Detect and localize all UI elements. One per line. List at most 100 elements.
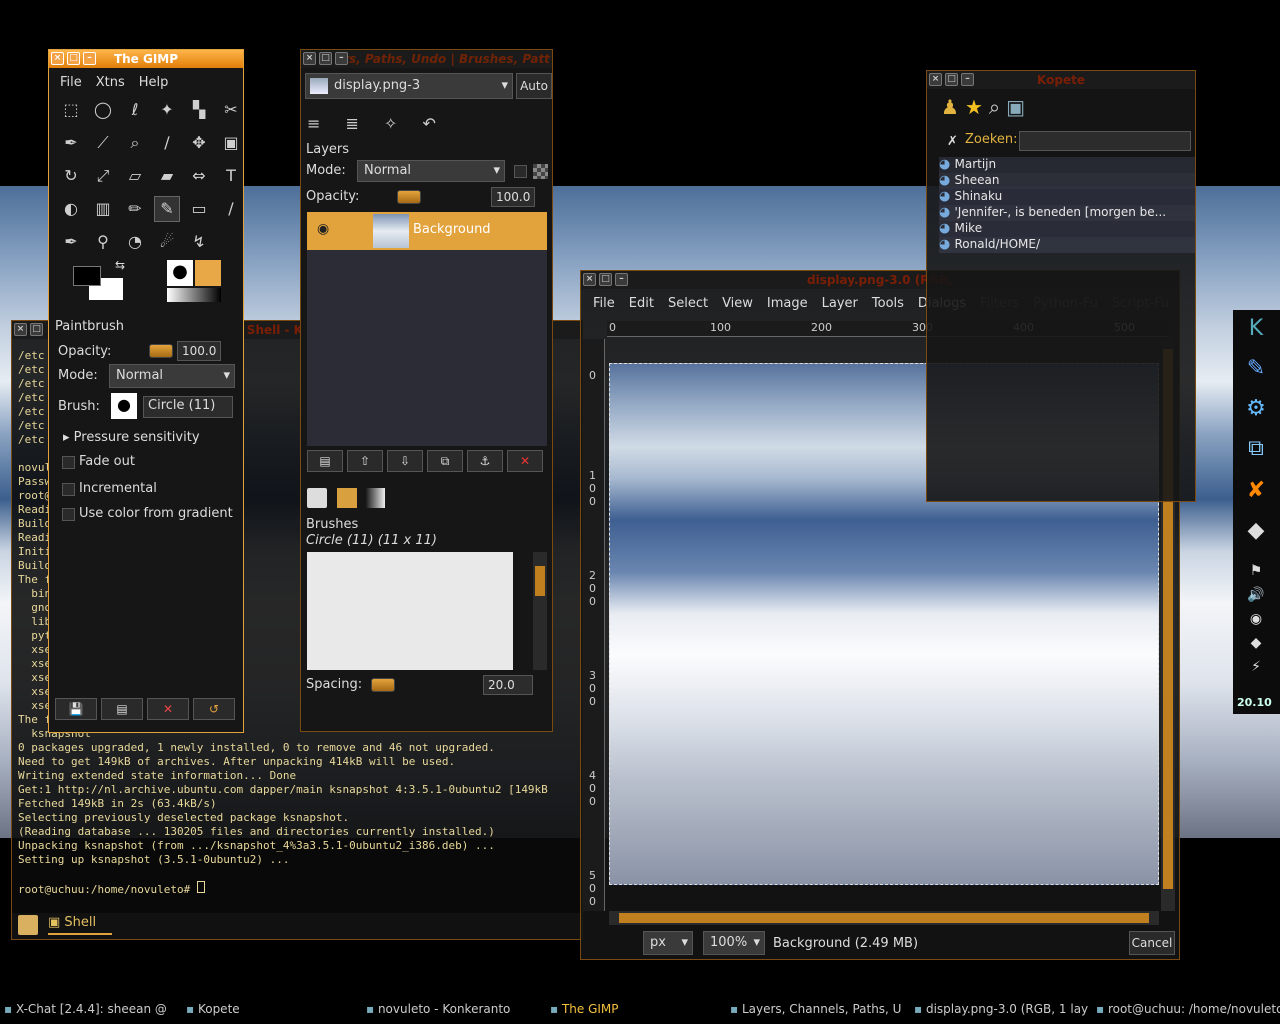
folder-icon[interactable]: ▣ [1006,95,1031,119]
clone-icon[interactable]: ⚲ [91,230,115,254]
image-select[interactable]: display.png-3 ▾ [305,73,513,99]
fade-out-checkbox[interactable] [62,456,75,469]
star-icon[interactable]: ★ [965,95,989,119]
layer-mode-select[interactable]: Normal ▾ [357,160,505,182]
lower-layer-button[interactable]: ⇩ [387,450,423,472]
close-icon[interactable]: × [51,52,64,65]
swap-colors-icon[interactable]: ⇆ [115,258,125,272]
contact-row[interactable]: ◕ Ronald/HOME/ [939,237,1195,253]
taskbar-item[interactable]: ▪ Layers, Channels, Paths, U [730,1000,908,1018]
save-options-button[interactable]: 💾 [55,698,97,720]
pattern-tab-icon[interactable] [337,488,357,508]
gimp-toolbox[interactable]: The GIMP × □ – File Xtns Help ⬚ ◯ ℓ ✦ ▚ ✂ ✒ ⟋ ⌕ ∕ ✥ ▣… [48,49,244,733]
horizontal-scrollbar[interactable] [609,911,1159,925]
rotate-icon[interactable]: ↻ [59,164,83,188]
layers-tab-icons[interactable]: ≡ ≣ ✧ ↶ [307,114,446,133]
menu-image[interactable]: Image [767,296,808,311]
taskbar-item[interactable]: ▪ The GIMP [550,1000,728,1018]
color-picker-icon[interactable]: ⟋ [91,131,115,155]
measure-icon[interactable]: ∕ [155,131,179,155]
kopete-window[interactable]: Kopete × □ – ♟★⌕▣ ✗ Zoeken: ◕ Martijn ◕ S… [926,70,1196,502]
blur-icon[interactable]: ◔ [123,230,147,254]
brush-preview-button[interactable]: ● [111,393,137,419]
anchor-layer-button[interactable]: ⚓ [467,450,503,472]
add-contact-icon[interactable]: ♟ [941,95,965,119]
brush-scrollbar[interactable] [533,552,547,670]
search-input[interactable] [1019,131,1191,151]
fuzzy-select-icon[interactable]: ✦ [155,98,179,122]
xchat-icon[interactable]: ✘ [1238,476,1274,506]
ink-icon[interactable]: ✒ [59,230,83,254]
network-icon[interactable]: ⧉ [1238,434,1274,464]
shade-icon[interactable]: □ [599,273,612,286]
dodge-icon[interactable]: ☄ [155,230,179,254]
active-gradient-preview[interactable] [167,288,221,302]
kopete-icon[interactable]: ◆ [1238,516,1274,546]
layer-row[interactable]: ◉ Background [307,212,547,250]
close-icon[interactable]: × [929,73,942,86]
network-tray-icon[interactable]: ⚡ [1238,652,1274,682]
gradient-checkbox[interactable] [62,508,75,521]
airbrush-icon[interactable]: ∕ [219,197,243,221]
opacity-slider[interactable] [397,190,421,204]
shade-icon[interactable]: □ [945,73,958,86]
color-select-icon[interactable]: ▚ [187,98,211,122]
blend-icon[interactable]: ▥ [91,197,115,221]
clear-search-icon[interactable]: ✗ [947,134,958,149]
keep-transparency-checkbox[interactable] [514,165,527,178]
contact-row[interactable]: ◕ Shinaku [939,189,1195,205]
contact-list[interactable]: ◕ Martijn ◕ Sheean ◕ Shinaku ◕ 'Jennifer-, … [939,157,1195,253]
text-icon[interactable]: T [219,164,243,188]
shade-icon[interactable]: □ [319,52,332,65]
incremental-checkbox[interactable] [62,483,75,496]
taskbar-item[interactable]: ▪ novuleto - Konkeranto [366,1000,544,1018]
taskbar-item[interactable]: ▪ root@uchuu: /home/novuleto [1096,1000,1280,1018]
raise-layer-button[interactable]: ⇧ [347,450,383,472]
ellipse-select-icon[interactable]: ◯ [91,98,115,122]
layer-list[interactable]: ◉ Background [307,212,547,446]
perspective-icon[interactable]: ▰ [155,164,179,188]
menu-xtns[interactable]: Xtns [96,75,125,90]
brush-tab-icon[interactable] [307,488,327,508]
pencil-icon[interactable]: ✏ [123,197,147,221]
menu-select[interactable]: Select [668,296,708,311]
layers-titlebar[interactable]: rs, Paths, Undo | Brushes, Patt × □ – [301,50,552,68]
spacing-field[interactable]: 20.0 [483,675,533,695]
eye-icon[interactable]: ◉ [317,221,329,237]
taskbar-item[interactable]: ▪ display.png-3.0 (RGB, 1 lay [914,1000,1092,1018]
contact-row[interactable]: ◕ Mike [939,221,1195,237]
menu-layer[interactable]: Layer [822,296,858,311]
ruler-left[interactable]: 0 1 0 0 2 0 0 3 0 0 4 0 0 5 0 0 [583,339,605,911]
zoom-icon[interactable]: ⌕ [123,131,147,155]
delete-layer-button[interactable]: ✕ [507,450,543,472]
taskbar-item[interactable]: ▪ X-Chat [2.4.4]: sheean @ [4,1000,182,1018]
paths-icon[interactable]: ✒ [59,131,83,155]
minimize-icon[interactable]: – [335,52,348,65]
eraser-icon[interactable]: ▭ [187,197,211,221]
duplicate-layer-button[interactable]: ⧉ [427,450,463,472]
search-icon[interactable]: ⌕ [989,95,1006,119]
rect-select-icon[interactable]: ⬚ [59,98,83,122]
menu-edit[interactable]: Edit [629,296,654,311]
crop-icon[interactable]: ▣ [219,131,243,155]
shade-icon[interactable]: □ [67,52,80,65]
kde-menu-icon[interactable]: K [1238,314,1274,344]
kopete-titlebar[interactable]: Kopete × □ – [927,71,1195,89]
mode-select[interactable]: Normal ▾ [109,364,235,388]
menu-tools[interactable]: Tools [872,296,904,311]
paintbrush-icon[interactable]: ✎ [154,196,180,222]
restore-options-button[interactable]: ▤ [101,698,143,720]
delete-options-button[interactable]: ✕ [147,698,189,720]
scissors-icon[interactable]: ✂ [219,98,243,122]
contact-row[interactable]: ◕ 'Jennifer-, is beneden [morgen be... [939,205,1195,221]
minimize-icon[interactable]: – [615,273,628,286]
toolbox-titlebar[interactable]: The GIMP × □ – [49,50,243,68]
new-layer-button[interactable]: ▤ [307,450,343,472]
layers-dialog[interactable]: rs, Paths, Undo | Brushes, Patt × □ – di… [300,49,553,732]
active-brush-preview[interactable]: ● [167,260,193,286]
spacing-slider[interactable] [371,678,395,692]
minimize-icon[interactable]: – [83,52,96,65]
scale-icon[interactable]: ⤢ [91,164,115,188]
konqueror-icon[interactable]: ⚙ [1238,394,1274,424]
layer-name[interactable]: Background [413,222,491,237]
